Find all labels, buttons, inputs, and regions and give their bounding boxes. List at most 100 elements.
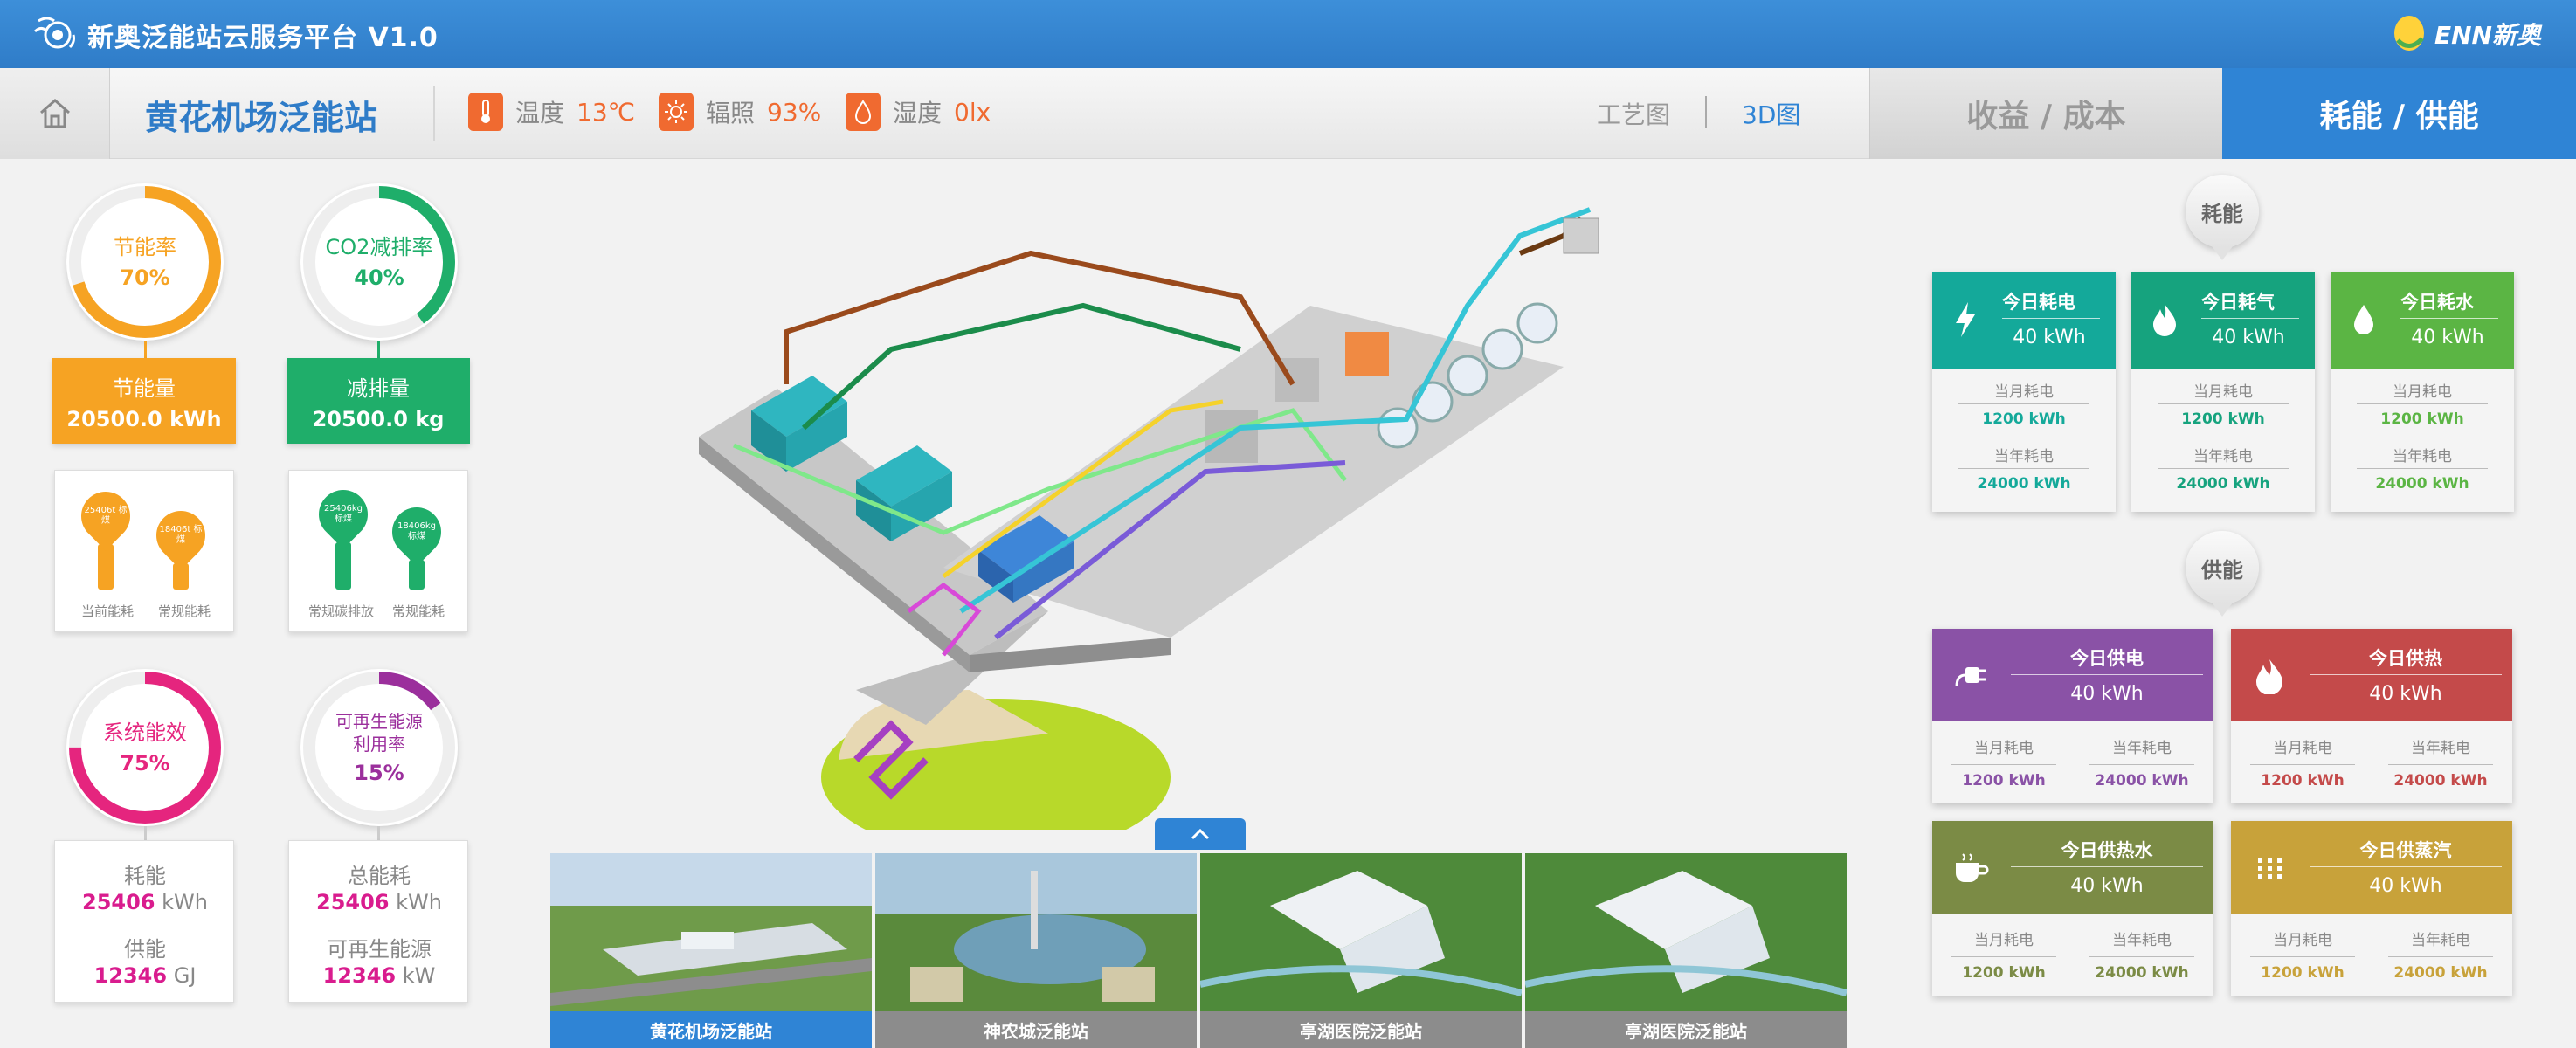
today-gas-card[interactable]: 今日耗气 40 kWh 当月耗电 1200 kWh 当年耗电 24000 kWh — [2131, 272, 2315, 512]
co2-reduction-ring: CO2减排率 40% — [300, 183, 458, 341]
efficiency-value: 75% — [120, 751, 170, 776]
saving-amount-value: 20500.0 kWh — [66, 406, 222, 431]
collapse-thumbnails-button[interactable] — [1155, 818, 1246, 850]
card-title: 今日供热水 — [2061, 840, 2153, 861]
sun-icon — [659, 93, 694, 131]
renewable-value: 15% — [354, 761, 404, 785]
normal-consumption-pin: 18406kg 标煤 — [382, 497, 452, 590]
home-button[interactable] — [0, 68, 110, 159]
renewable-label-line1: 可再生能源 — [335, 711, 423, 732]
station-thumb-label: 亭湖医院泛能站 — [1525, 1011, 1847, 1048]
pin-caption: 常规碳排放 — [308, 603, 375, 619]
year-label: 当年耗电 — [1994, 448, 2054, 465]
station-thumb-label: 神农城泛能站 — [875, 1011, 1197, 1048]
station-thumb-tinghu-1[interactable]: 亭湖医院泛能站 — [1200, 853, 1522, 1048]
home-icon — [39, 99, 70, 128]
month-label: 当月耗电 — [1974, 740, 2034, 757]
supply-value: 12346 GJ — [93, 963, 197, 988]
divider — [433, 86, 435, 141]
year-label: 当年耗电 — [2393, 448, 2452, 465]
pin-bar — [335, 542, 351, 590]
card-value: 40 kWh — [2212, 327, 2285, 348]
thermometer-icon — [468, 93, 503, 131]
card-value: 40 kWh — [2013, 327, 2086, 348]
app-title: 新奥泛能站云服务平台 V1.0 — [87, 23, 439, 53]
today-water-card[interactable]: 今日耗水 40 kWh 当月耗电 1200 kWh 当年耗电 24000 kWh — [2331, 272, 2514, 512]
pin-bar — [98, 544, 114, 590]
connector — [144, 341, 147, 358]
city-aerial-image — [875, 853, 1197, 1011]
saving-amount-box: 节能量 20500.0 kWh — [52, 358, 236, 444]
weather-label: 湿度 — [893, 99, 943, 128]
pin-label: 25406kg 标煤 — [324, 504, 363, 524]
today-power-supply-card[interactable]: 今日供电 40 kWh 当月耗电 1200 kWh 当年耗电 24000 kWh — [1932, 629, 2213, 803]
pin-label: 18406t 标煤 — [159, 525, 203, 545]
today-electricity-card[interactable]: 今日耗电 40 kWh 当月耗电 1200 kWh 当年耗电 24000 kWh — [1932, 272, 2116, 512]
month-label: 当月耗电 — [1974, 932, 2034, 949]
tab-revenue-cost[interactable]: 收益 / 成本 — [1869, 68, 2222, 159]
lightning-icon — [1948, 299, 1983, 341]
station-thumb-tinghu-2[interactable]: 亭湖医院泛能站 — [1525, 853, 1847, 1048]
chevron-up-icon — [1191, 828, 1210, 840]
month-label: 当月耗电 — [2393, 383, 2452, 401]
consumption-label: 耗能 — [124, 864, 166, 888]
year-value: 24000 kWh — [2393, 964, 2488, 982]
pin-caption: 常规能耗 — [392, 603, 445, 619]
droplet-icon — [846, 93, 881, 131]
tab-3d-view[interactable]: 3D图 — [1742, 96, 1800, 131]
plant-3d-model[interactable] — [681, 201, 1703, 830]
divider — [1705, 96, 1707, 128]
card-value: 40 kWh — [2369, 875, 2442, 897]
card-value: 40 kWh — [2070, 683, 2144, 705]
efficiency-detail-card: 耗能 25406 kWh 供能 12346 GJ — [54, 840, 234, 1003]
plug-icon — [1951, 655, 1990, 697]
station-thumb-huanghua[interactable]: 黄花机场泛能站 — [550, 853, 872, 1048]
station-name: 黄花机场泛能站 — [145, 99, 378, 137]
station-thumb-label: 黄花机场泛能站 — [550, 1011, 872, 1048]
station-thumb-shennongcheng[interactable]: 神农城泛能站 — [875, 853, 1197, 1048]
tab-consumption-supply[interactable]: 耗能 / 供能 — [2222, 68, 2576, 159]
co2-compare-card: 25406kg 标煤 18406kg 标煤 常规碳排放 常规能耗 — [288, 470, 468, 632]
renewable-detail-card: 总能耗 25406 kWh 可再生能源 12346 kW — [288, 840, 468, 1003]
month-value: 1200 kWh — [1982, 410, 2066, 428]
pipe-hot — [784, 250, 1295, 386]
top-bar: 新奥泛能站云服务平台 V1.0 ENN新奥 — [0, 0, 2576, 68]
card-title: 今日供热 — [2369, 648, 2442, 669]
co2-rate-value: 40% — [354, 265, 404, 290]
rooftop-unit — [1563, 217, 1599, 254]
pin-caption: 当前能耗 — [81, 603, 135, 619]
today-heat-supply-card[interactable]: 今日供热 40 kWh 当月耗电 1200 kWh 当年耗电 24000 kWh — [2231, 629, 2512, 803]
saving-rate-ring: 节能率 70% — [66, 183, 224, 341]
enn-logo-icon — [2394, 16, 2424, 51]
year-value: 24000 kWh — [2176, 475, 2270, 493]
renewable-energy-value: 12346 kW — [322, 963, 436, 988]
pin-label: 18406kg 标煤 — [397, 521, 436, 541]
card-title: 今日供电 — [2070, 648, 2144, 669]
year-label: 当年耗电 — [2112, 932, 2172, 949]
year-value: 24000 kWh — [1977, 475, 2071, 493]
month-label: 当月耗电 — [1994, 383, 2054, 401]
month-value: 1200 kWh — [2261, 964, 2345, 982]
station-header: 黄花机场泛能站 温度 13℃ 辐照 93% 湿度 0lx 工艺图 3D图 收益 … — [0, 68, 2576, 159]
station-thumb-label: 亭湖医院泛能站 — [1200, 1011, 1522, 1048]
month-value: 1200 kWh — [1962, 772, 2046, 789]
consumption-value: 25406 kWh — [82, 890, 208, 914]
pin-caption: 常规能耗 — [158, 603, 211, 619]
tab-process-diagram[interactable]: 工艺图 — [1597, 96, 1670, 131]
card-title: 今日耗水 — [2400, 292, 2474, 313]
pin-label: 25406t 标煤 — [84, 506, 128, 526]
emission-reduction-box: 减排量 20500.0 kg — [287, 358, 470, 444]
year-value: 24000 kWh — [2393, 772, 2488, 789]
connector — [144, 826, 147, 840]
platform-logo-icon — [33, 17, 75, 49]
station-thumbnail-strip: 黄花机场泛能站 神农城泛能站 亭湖医院泛能站 亭湖医院泛能站 — [550, 853, 1848, 1048]
weather-label: 温度 — [515, 99, 565, 128]
renewable-energy-label: 可再生能源 — [327, 937, 432, 962]
today-hot-water-supply-card[interactable]: 今日供热水 40 kWh 当月耗电 1200 kWh 当年耗电 24000 kWh — [1932, 821, 2213, 996]
today-steam-supply-card[interactable]: 今日供蒸汽 40 kWh 当月耗电 1200 kWh 当年耗电 24000 kWh — [2231, 821, 2512, 996]
renewable-label-line2: 利用率 — [353, 734, 405, 755]
year-label: 当年耗电 — [2193, 448, 2253, 465]
brand-name: ENN新奥 — [2434, 21, 2541, 50]
card-title: 今日供蒸汽 — [2359, 840, 2452, 861]
month-value: 1200 kWh — [1962, 964, 2046, 982]
